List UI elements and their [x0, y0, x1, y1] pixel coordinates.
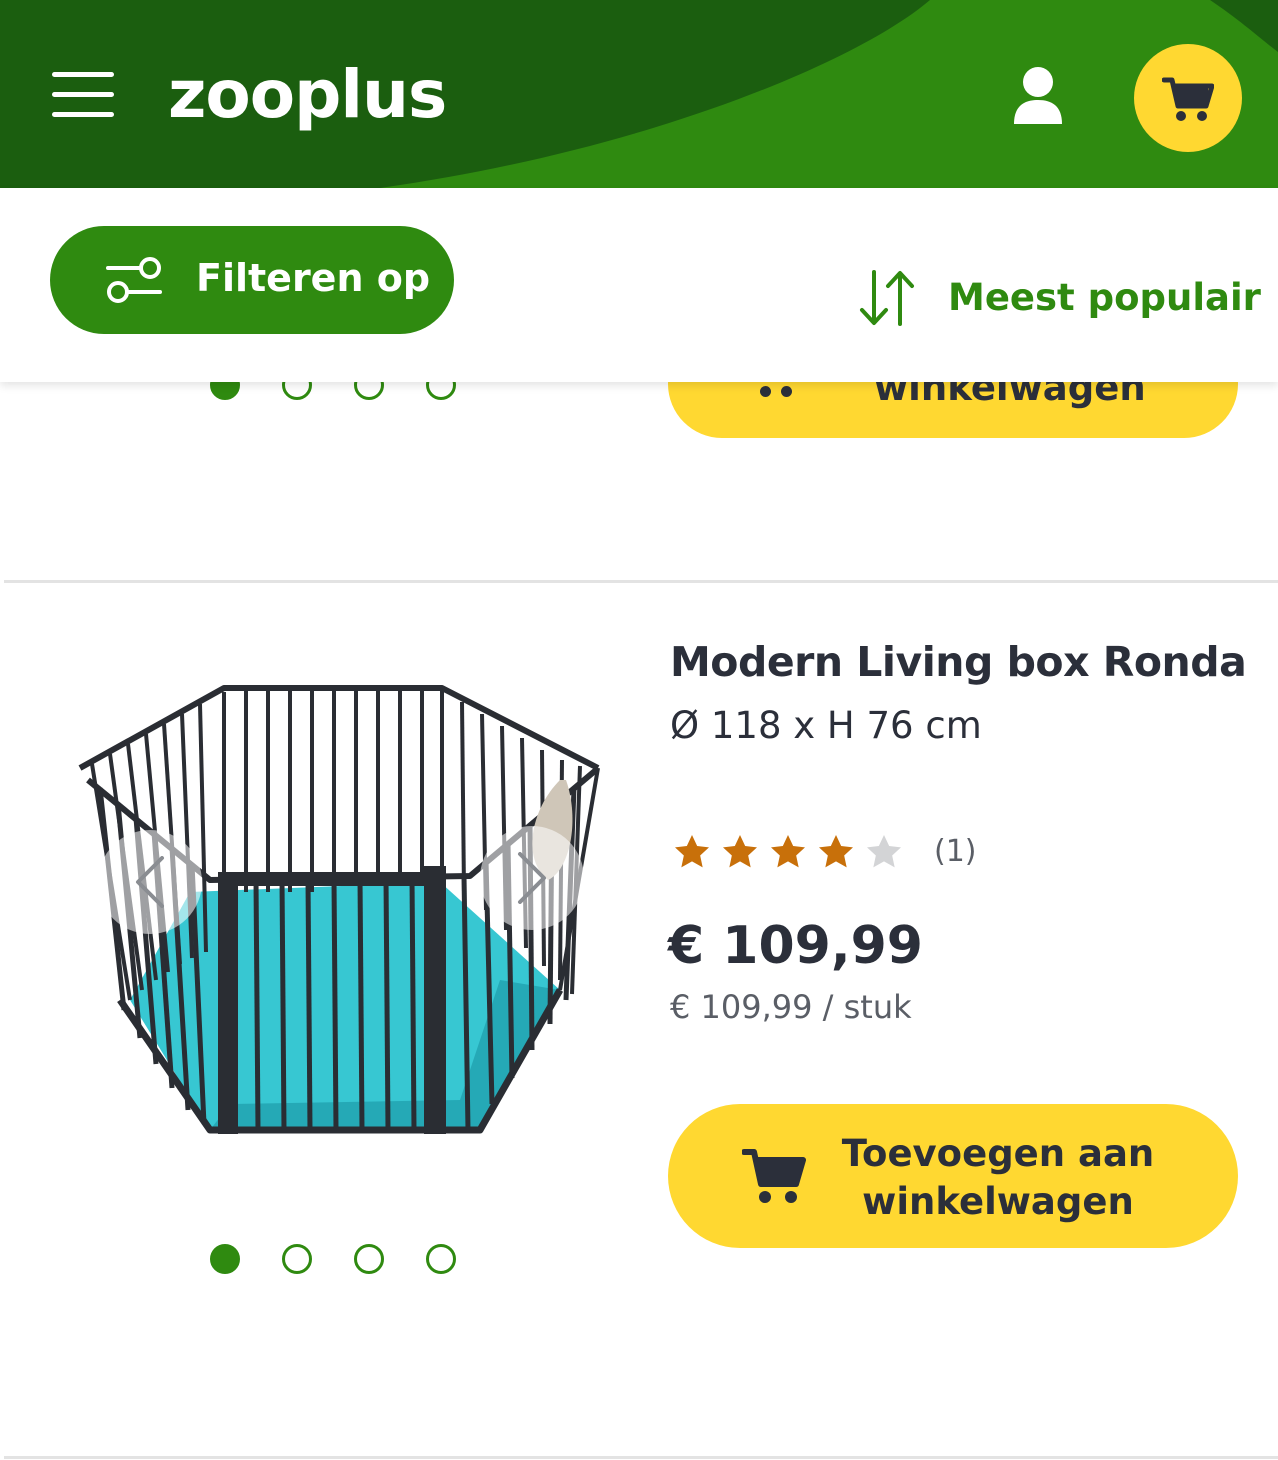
product-image[interactable]	[60, 660, 620, 1170]
add-to-cart-label: Toevoegen aan winkelwagen	[838, 1130, 1158, 1226]
product-divider	[4, 580, 1278, 583]
chevron-left-icon	[136, 856, 164, 908]
carousel-dot[interactable]	[210, 1244, 240, 1274]
filter-sort-bar: Filteren op Meest populair	[0, 188, 1278, 382]
star-filled-icon	[675, 835, 709, 868]
add-to-cart-line2: winkelwagen	[862, 1180, 1134, 1223]
carousel-dot[interactable]	[354, 1244, 384, 1274]
user-icon	[1014, 67, 1062, 124]
unit-price: € 109,99 / stuk	[670, 988, 912, 1026]
header-cart-button[interactable]	[1134, 44, 1242, 152]
carousel-next-button[interactable]	[480, 826, 584, 930]
sort-label: Meest populair	[948, 276, 1261, 319]
sort-arrows-icon	[860, 270, 914, 326]
zooplus-logo[interactable]: zooplus	[168, 56, 447, 133]
chevron-right-icon	[518, 852, 546, 904]
shopping-cart-icon	[742, 1149, 806, 1203]
filter-button[interactable]: Filteren op	[50, 226, 454, 334]
star-filled-icon	[723, 835, 757, 868]
account-button[interactable]	[1010, 66, 1066, 126]
product-variant: Ø 118 x H 76 cm	[670, 704, 982, 747]
product-price: € 109,99	[668, 916, 923, 976]
sort-button[interactable]: Meest populair	[852, 268, 1261, 338]
site-header: zooplus	[0, 0, 1278, 188]
add-to-cart-button[interactable]: Toevoegen aan winkelwagen	[668, 1104, 1238, 1248]
star-filled-icon	[819, 835, 853, 868]
menu-button[interactable]	[52, 72, 114, 120]
rating-count: (1)	[934, 834, 977, 869]
product-title[interactable]: Modern Living box Ronda	[670, 638, 1247, 686]
carousel-prev-button[interactable]	[98, 830, 202, 934]
filter-label: Filteren op	[196, 256, 431, 300]
sliders-icon	[106, 257, 162, 303]
star-filled-icon	[771, 835, 805, 868]
star-empty-icon	[867, 835, 901, 868]
carousel-dot[interactable]	[426, 1244, 456, 1274]
hamburger-menu-icon	[52, 72, 114, 117]
add-to-cart-line1: Toevoegen aan	[841, 1132, 1155, 1175]
product-divider	[4, 1456, 1278, 1459]
cart-wheels-icon	[760, 382, 802, 401]
shopping-cart-icon	[1162, 77, 1214, 121]
carousel-dot[interactable]	[282, 1244, 312, 1274]
